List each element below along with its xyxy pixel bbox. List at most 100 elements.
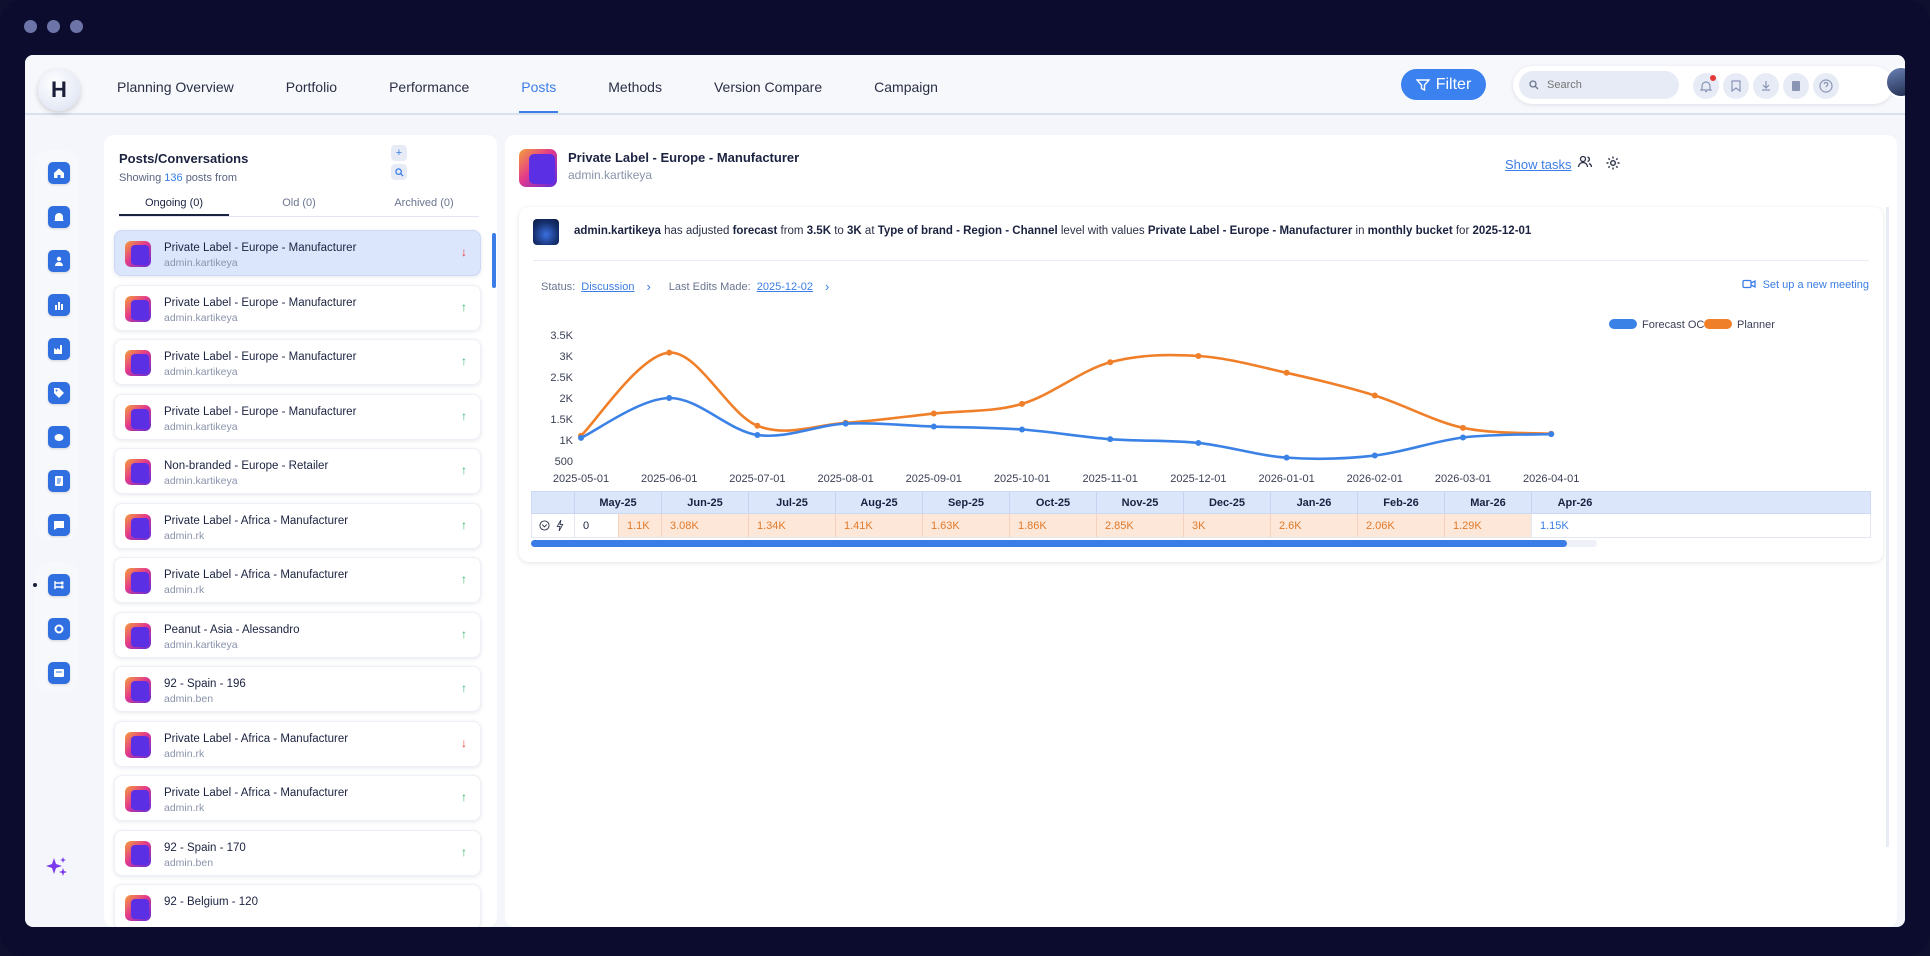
window-dot-icon[interactable]: [24, 20, 37, 33]
nav-tab-performance[interactable]: Performance: [389, 79, 469, 113]
search-input[interactable]: [1547, 79, 1667, 91]
post-name: 92 - Belgium - 120: [164, 896, 258, 908]
msg-text: in: [1355, 225, 1365, 237]
settings-icon[interactable]: [1605, 155, 1621, 175]
table-cell[interactable]: 2.06K: [1357, 514, 1444, 537]
nav-tab-campaign[interactable]: Campaign: [874, 79, 938, 113]
setup-meeting-link[interactable]: Set up a new meeting: [1741, 279, 1869, 291]
list-item[interactable]: Private Label - Africa - Manufacturer adm…: [114, 720, 481, 767]
posts-count: Showing 136 posts from: [119, 172, 237, 184]
table-cell[interactable]: 1.1K: [618, 514, 661, 537]
posts-scrollbar[interactable]: [492, 233, 496, 288]
list-item[interactable]: Non-branded - Europe - Retailer admin.kar…: [114, 448, 481, 494]
post-tab-old[interactable]: Old (0): [244, 197, 354, 216]
document-list-icon[interactable]: [48, 470, 70, 492]
lightning-icon[interactable]: [556, 520, 564, 531]
chevron-right-icon[interactable]: ›: [825, 279, 829, 294]
table-scrollbar[interactable]: [531, 540, 1567, 547]
filter-button[interactable]: Filter: [1401, 69, 1486, 100]
nav-tab-portfolio[interactable]: Portfolio: [286, 79, 337, 113]
table-cell[interactable]: 3K: [1183, 514, 1270, 537]
show-tasks-link[interactable]: Show tasks: [1505, 157, 1571, 172]
search-posts-button[interactable]: [391, 164, 407, 180]
list-item[interactable]: Private Label - Africa - Manufacturer adm…: [114, 557, 481, 603]
x-tick-label: 2025-05-01: [553, 473, 609, 485]
post-name: Non-branded - Europe - Retailer: [164, 460, 329, 472]
archive-icon[interactable]: [48, 662, 70, 684]
y-tick-label: 1K: [560, 435, 574, 447]
table-cell[interactable]: 2.85K: [1096, 514, 1183, 537]
user-badge-icon[interactable]: [48, 250, 70, 272]
table-cell[interactable]: 1.63K: [922, 514, 1009, 537]
app-logo[interactable]: H: [38, 69, 80, 111]
post-tabs: Ongoing (0) Old (0) Archived (0): [119, 197, 479, 217]
post-tab-archived[interactable]: Archived (0): [369, 197, 479, 216]
showing-prefix: Showing: [119, 172, 162, 184]
table-cell[interactable]: 1.34K: [748, 514, 835, 537]
bell-icon[interactable]: [1693, 73, 1719, 99]
table-cell[interactable]: 3.08K: [661, 514, 748, 537]
settings-gear-icon[interactable]: [48, 618, 70, 640]
nav-tab-version-compare[interactable]: Version Compare: [714, 79, 822, 113]
home-icon[interactable]: [48, 162, 70, 184]
nav-tab-planning-overview[interactable]: Planning Overview: [117, 79, 234, 113]
chevron-right-icon[interactable]: ›: [646, 279, 650, 294]
list-item[interactable]: Private Label - Africa - Manufacturer adm…: [114, 502, 481, 549]
hierarchy-icon[interactable]: [48, 574, 70, 596]
list-item[interactable]: Private Label - Africa - Manufacturer adm…: [114, 775, 481, 821]
list-item[interactable]: Private Label - Europe - Manufacturer adm…: [114, 393, 481, 440]
tag-icon[interactable]: [48, 382, 70, 404]
msg-text: has adjusted: [664, 225, 730, 237]
detail-scrollbar[interactable]: [1886, 207, 1889, 847]
table-cell[interactable]: 1.86K: [1009, 514, 1096, 537]
chat-icon[interactable]: [48, 514, 70, 536]
x-tick-label: 2026-01-01: [1258, 473, 1314, 485]
data-point: [1371, 452, 1378, 459]
table-header-row: May-25 Jun-25 Jul-25 Aug-25 Sep-25 Oct-25 Nov-…: [531, 491, 1871, 514]
book-icon[interactable]: [1783, 73, 1809, 99]
activity-avatar: [533, 219, 559, 245]
post-name: 92 - Spain - 170: [164, 841, 246, 854]
search-box[interactable]: [1519, 71, 1679, 99]
table-cell[interactable]: 2.6K: [1270, 514, 1357, 537]
nav-tab-methods[interactable]: Methods: [608, 79, 662, 113]
factory-icon[interactable]: [48, 338, 70, 360]
status-link[interactable]: Discussion: [581, 281, 634, 293]
window-dot-icon[interactable]: [70, 20, 83, 33]
table-cell[interactable]: 1.41K: [835, 514, 922, 537]
list-item[interactable]: 92 - Spain - 170 admin.ben ↑: [114, 829, 481, 876]
list-item[interactable]: Private Label - Europe - Manufacturer adm…: [114, 230, 481, 276]
nav-tab-posts[interactable]: Posts: [519, 79, 559, 113]
bookmark-icon[interactable]: [1723, 73, 1749, 99]
list-item[interactable]: Private Label - Europe - Manufacturer adm…: [114, 339, 481, 385]
people-icon[interactable]: [1577, 155, 1593, 173]
last-edits-link[interactable]: 2025-12-02: [757, 281, 813, 293]
table-header-cell: Dec-25: [1183, 492, 1270, 513]
list-item[interactable]: 92 - Belgium - 120: [114, 884, 481, 927]
y-tick-label: 1.5K: [550, 414, 573, 426]
table-cell[interactable]: 1.15K: [1531, 514, 1618, 537]
msg-to: 3K: [847, 225, 862, 237]
list-item[interactable]: Private Label - Europe - Manufacturer adm…: [114, 284, 481, 331]
msg-user: admin.kartikeya: [574, 225, 661, 237]
window-dot-icon[interactable]: [47, 20, 60, 33]
activity-card: admin.kartikeya has adjusted forecast fr…: [519, 207, 1883, 562]
post-name: Private Label - Europe - Manufacturer: [164, 296, 357, 309]
data-point: [1107, 436, 1114, 443]
help-icon[interactable]: [1813, 73, 1839, 99]
piggy-bank-icon[interactable]: [48, 426, 70, 448]
ai-sparkle-icon[interactable]: [44, 855, 70, 888]
download-icon[interactable]: [1753, 73, 1779, 99]
list-item[interactable]: 92 - Spain - 196 admin.ben ↑: [114, 666, 481, 712]
alert-icon[interactable]: [48, 206, 70, 228]
row-first-cell[interactable]: 0: [574, 514, 618, 537]
collapse-circle-icon[interactable]: [539, 520, 550, 531]
post-tab-ongoing[interactable]: Ongoing (0): [119, 197, 229, 216]
arrow-up-icon: ↑: [461, 463, 467, 477]
post-user: admin.kartikeya: [164, 638, 238, 651]
bar-chart-icon[interactable]: [48, 294, 70, 316]
list-item[interactable]: Peanut - Asia - Alessandro admin.kartikey…: [114, 611, 481, 658]
table-cell[interactable]: 1.29K: [1444, 514, 1531, 537]
arrow-up-icon: ↑: [461, 790, 467, 804]
add-post-button[interactable]: +: [391, 145, 407, 161]
